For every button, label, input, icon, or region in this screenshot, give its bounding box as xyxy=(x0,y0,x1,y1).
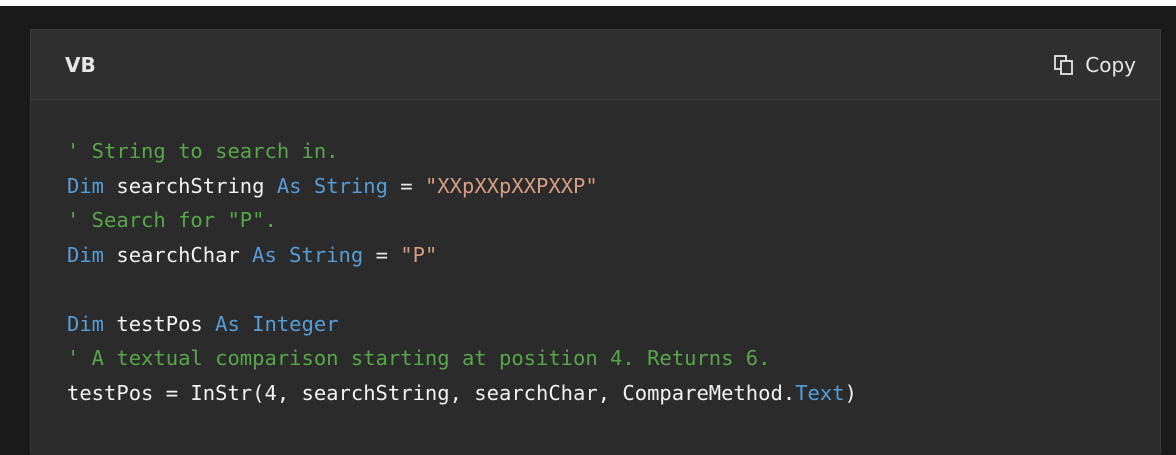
comment-text: ' A textual comparison starting at posit… xyxy=(67,346,771,370)
copy-label: Copy xyxy=(1085,53,1136,77)
code-line-2: Dim searchString As String = "XXpXXpXXPX… xyxy=(67,169,857,204)
copy-button[interactable]: Copy xyxy=(1053,50,1136,80)
keyword-dim: Dim xyxy=(67,311,105,336)
enum-member: Text xyxy=(795,380,845,405)
string-literal: "XXpXXpXXPXXP" xyxy=(424,173,598,198)
keyword-dim: Dim xyxy=(67,173,105,198)
code-block: VB Copy ' String to search in. Dim search… xyxy=(30,29,1161,455)
code-line-4: Dim searchChar As String = "P" xyxy=(67,238,857,273)
comment-text: ' String to search in. xyxy=(67,139,339,163)
keyword-as: As xyxy=(252,242,277,267)
copy-icon xyxy=(1054,55,1074,75)
closing-paren: ) xyxy=(844,380,857,405)
keyword-dim: Dim xyxy=(67,242,105,267)
code-listing: ' String to search in. Dim searchString A… xyxy=(67,134,857,410)
variable-name: testPos xyxy=(104,311,216,336)
code-line-3: ' Search for "P". xyxy=(67,203,857,238)
operator: = xyxy=(363,242,401,267)
variable-name: searchChar xyxy=(104,242,253,267)
code-body: ' String to search in. Dim searchString A… xyxy=(31,100,1160,455)
keyword-as: As xyxy=(276,173,302,198)
code-line-8: testPos = InStr(4, searchString, searchC… xyxy=(67,376,857,411)
code-line-1: ' String to search in. xyxy=(67,134,857,169)
operator: = xyxy=(387,173,425,198)
code-line-6: Dim testPos As Integer xyxy=(67,307,857,342)
page-background: VB Copy ' String to search in. Dim search… xyxy=(0,0,1176,455)
type-name: String xyxy=(313,173,388,198)
statement-text: testPos = InStr(4, searchString, searchC… xyxy=(67,380,796,405)
variable-name: searchString xyxy=(104,173,277,198)
code-line-7: ' A textual comparison starting at posit… xyxy=(67,341,857,376)
comment-text: ' Search for "P". xyxy=(67,208,277,232)
string-literal: "P" xyxy=(400,242,438,267)
code-block-header: VB Copy xyxy=(31,30,1160,100)
language-label: VB xyxy=(65,53,96,77)
keyword-as: As xyxy=(215,311,240,336)
type-name: Integer xyxy=(252,311,339,336)
type-name: String xyxy=(289,242,364,267)
